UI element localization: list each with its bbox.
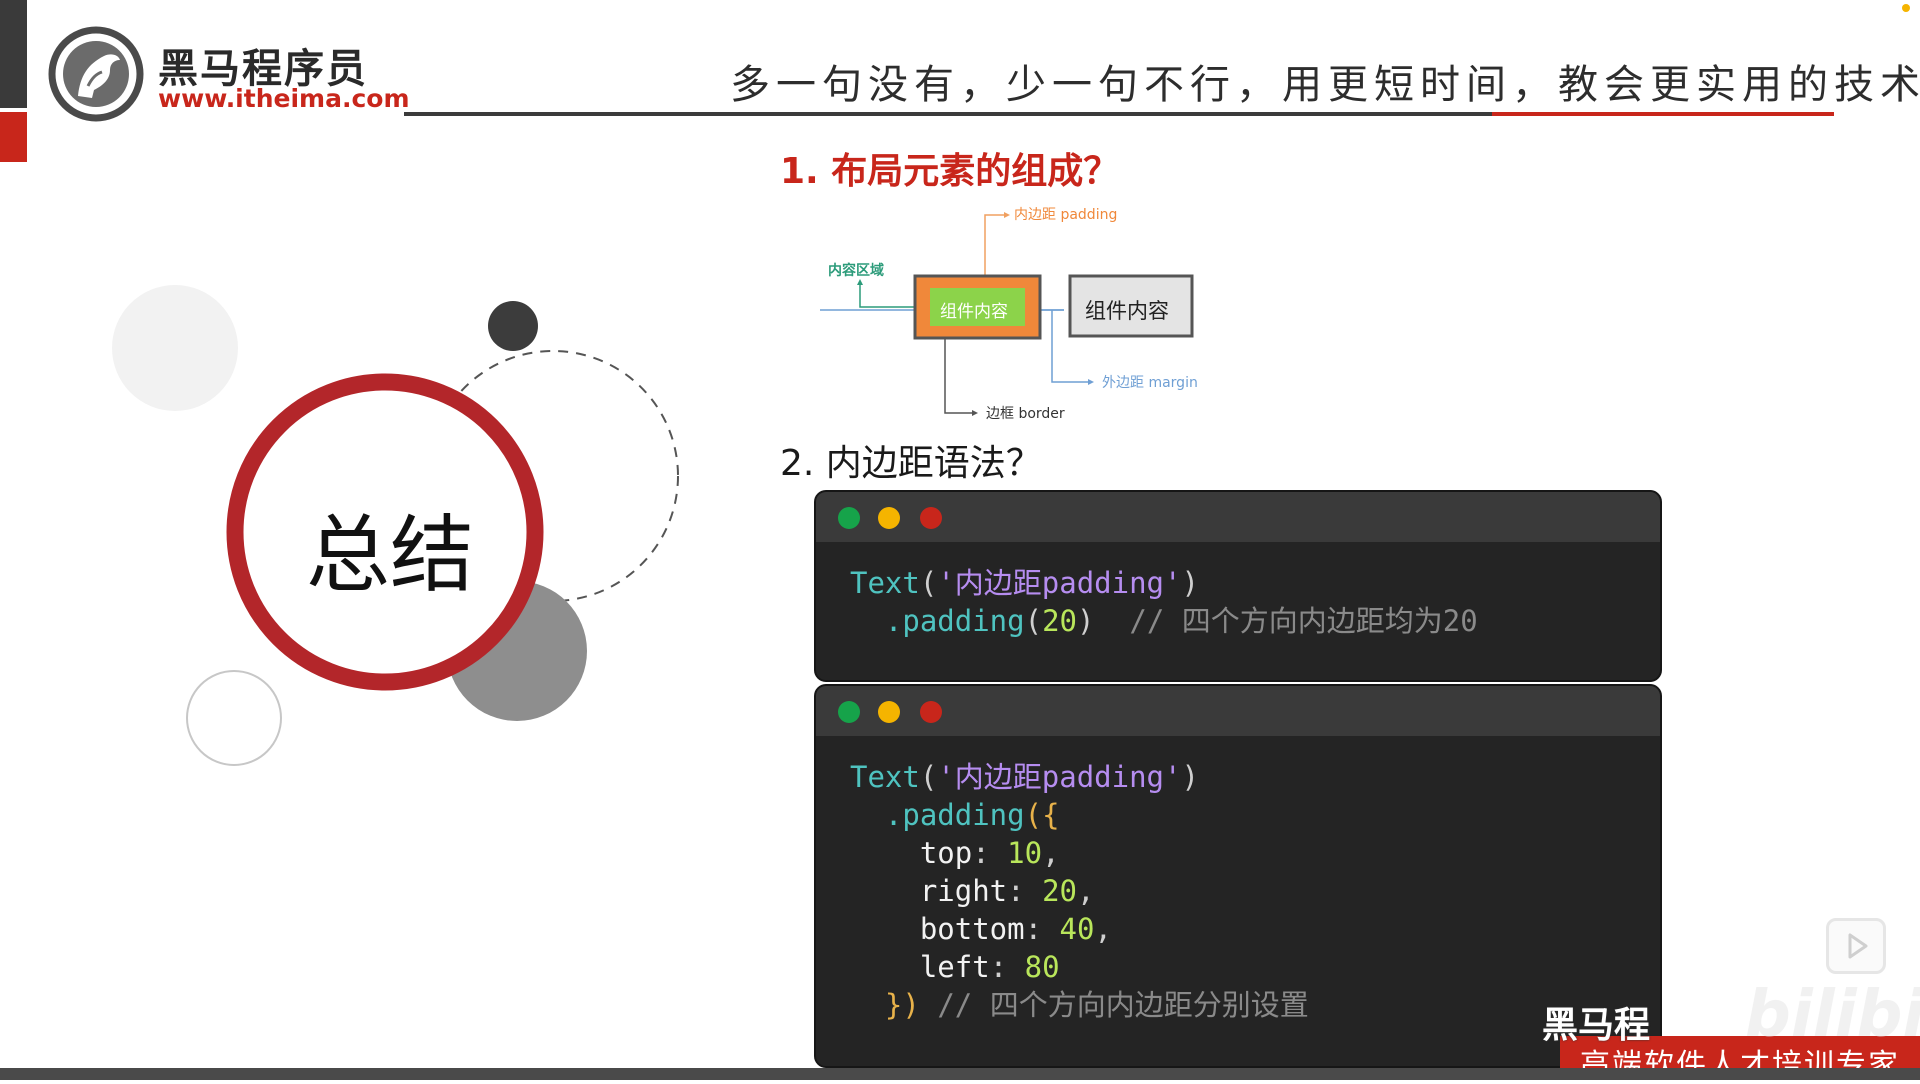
horse-logo-icon	[48, 26, 144, 122]
watermark-brand: 黑马程	[1542, 1005, 1651, 1046]
padding-label: 内边距 padding	[1014, 207, 1118, 223]
play-icon	[1848, 933, 1868, 959]
code-token: Text	[850, 566, 920, 600]
slogan: 多一句没有，少一句不行，用更短时间，教会更实用的技术！	[730, 62, 1920, 108]
brand-logo: 黑马程序员 www.itheima.com	[48, 26, 410, 122]
border-label: 边框 border	[986, 406, 1065, 422]
code-line: top: 10,	[919, 836, 1060, 870]
code-comment: // 四个方向内边距分别设置	[937, 988, 1309, 1022]
green-dot-icon	[838, 701, 860, 723]
code-line: .padding(20) // 四个方向内边距均为20	[850, 602, 1478, 640]
code-token: 10	[1007, 836, 1043, 870]
code-panel-titlebar	[816, 686, 1660, 736]
code-token: ({	[1024, 798, 1060, 832]
code-token: right	[919, 874, 1008, 908]
code-token: })	[884, 988, 920, 1022]
code-token: top	[919, 836, 973, 870]
code-panel-titlebar	[816, 492, 1660, 542]
section2-heading: 2. 内边距语法？	[780, 443, 1042, 484]
light-gray-circle	[112, 285, 238, 411]
code-panel-1: Text('内边距padding') .padding(20) // 四个方向内…	[814, 490, 1662, 682]
code-token: )	[1181, 566, 1199, 600]
summary-title: 总结	[305, 506, 474, 604]
code-token: 20	[1042, 604, 1077, 638]
header-divider-accent	[1492, 112, 1834, 116]
footer-bar	[0, 1068, 1920, 1080]
brand-url: www.itheima.com	[158, 84, 410, 113]
code-line: }) // 四个方向内边距分别设置	[850, 986, 1309, 1024]
code-token: 40	[1059, 912, 1095, 946]
code-panel-2: Text('内边距padding') .padding({ top: 10, r…	[814, 684, 1662, 1068]
code-token: left	[919, 950, 990, 984]
code-token: '内边距padding'	[937, 566, 1182, 600]
margin-label: 外边距 margin	[1102, 375, 1198, 391]
section1-heading: 1. 布局元素的组成？	[780, 151, 1120, 192]
outline-circle	[186, 670, 282, 766]
diagram-lines	[820, 212, 1194, 416]
yellow-dot-icon	[878, 507, 900, 529]
code-token: .padding	[884, 604, 1025, 638]
code-token: bottom	[919, 912, 1025, 946]
code-line: bottom: 40,	[919, 912, 1112, 946]
edge-dark-bar	[0, 0, 27, 108]
code-line: .padding({	[850, 796, 1060, 834]
code-line: right: 20,	[919, 874, 1095, 908]
inner-content-label: 组件内容	[940, 302, 1008, 322]
red-dot-icon	[920, 507, 942, 529]
code-token: .padding	[884, 798, 1025, 832]
code-comment: // 四个方向内边距均为20	[1129, 604, 1478, 638]
green-dot-icon	[838, 507, 860, 529]
code-token: '内边距padding'	[937, 760, 1182, 794]
code-line: Text('内边距padding')	[850, 564, 1199, 602]
code-token: Text	[850, 760, 920, 794]
code-token: (	[919, 566, 938, 600]
code-token: )	[1181, 760, 1199, 794]
yellow-dot-icon	[878, 701, 900, 723]
red-dot-icon	[920, 701, 942, 723]
code-token: 80	[1024, 950, 1060, 984]
code-line: left: 80	[919, 950, 1060, 984]
edge-red-bar	[0, 112, 27, 162]
bilibili-watermark: bilibili	[1745, 978, 1920, 1052]
dark-small-circle	[488, 301, 538, 351]
indicator-dot	[1902, 4, 1910, 12]
code-token: )	[1077, 604, 1095, 638]
code-token: 20	[1042, 874, 1077, 908]
content-area-label: 内容区域	[828, 263, 884, 279]
code-token: (	[919, 760, 938, 794]
box-model-diagram: 内边距 padding 内容区域 组件内容 组件内容 外边距 margin 边框…	[820, 200, 1240, 430]
play-button[interactable]	[1826, 918, 1886, 974]
code-token: (	[1024, 604, 1043, 638]
outer-content-label: 组件内容	[1085, 299, 1169, 323]
code-line: Text('内边距padding')	[850, 758, 1199, 796]
